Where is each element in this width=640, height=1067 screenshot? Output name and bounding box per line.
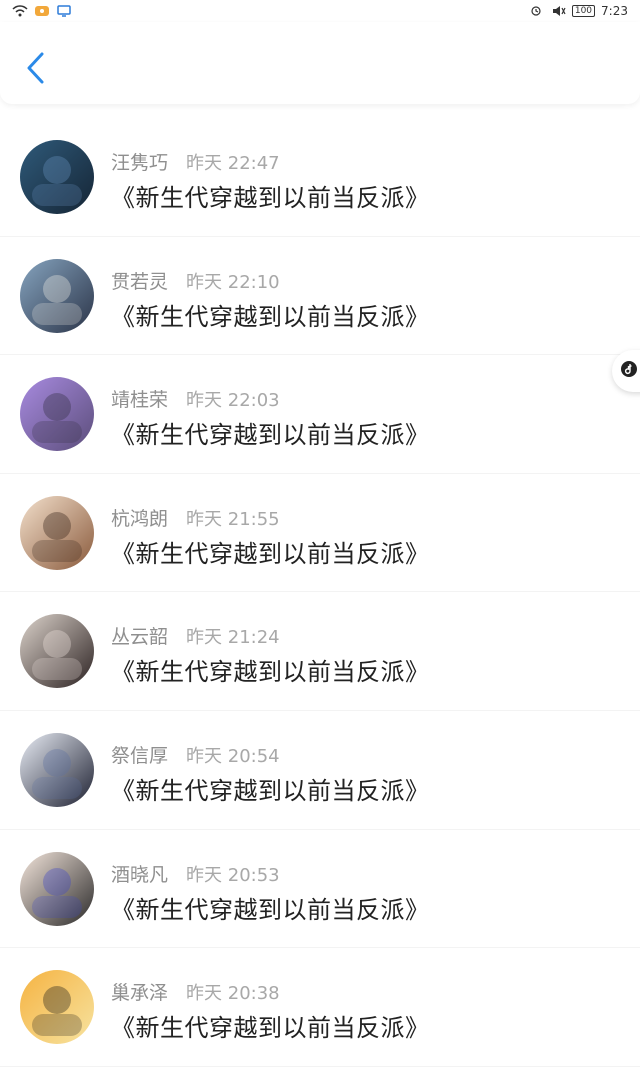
list-item-meta: 巢承泽 昨天 20:38 — [111, 978, 280, 1005]
avatar[interactable] — [20, 614, 94, 689]
list-item[interactable]: 靖桂荣 昨天 22:03 《新生代穿越到以前当反派》 — [0, 355, 640, 474]
avatar-image — [20, 377, 94, 452]
list-item-meta: 祭信厚 昨天 20:54 — [111, 741, 280, 768]
list-item[interactable]: 丛云韶 昨天 21:24 《新生代穿越到以前当反派》 — [0, 592, 640, 711]
wifi-icon — [12, 5, 28, 17]
status-left — [12, 5, 72, 17]
list-item-meta: 丛云韶 昨天 21:24 — [111, 622, 280, 649]
timestamp: 昨天 20:54 — [186, 745, 280, 767]
list-item[interactable]: 杭鸿朗 昨天 21:55 《新生代穿越到以前当反派》 — [0, 474, 640, 593]
timestamp: 昨天 21:55 — [186, 508, 280, 530]
avatar[interactable] — [20, 140, 94, 214]
list-item[interactable]: 祭信厚 昨天 20:54 《新生代穿越到以前当反派》 — [0, 711, 640, 830]
user-name[interactable]: 巢承泽 — [111, 978, 168, 1005]
avatar-image — [20, 495, 94, 570]
timestamp: 昨天 22:47 — [186, 153, 280, 174]
list-item-meta: 靖桂荣 昨天 22:03 — [111, 385, 280, 412]
book-title[interactable]: 《新生代穿越到以前当反派》 — [111, 771, 430, 806]
avatar-image — [20, 970, 94, 1045]
list-item-meta: 贯若灵 昨天 22:10 — [111, 267, 280, 294]
avatar-image — [20, 140, 94, 214]
top-app-bar — [0, 22, 640, 104]
status-right: 100 7:23 — [528, 4, 628, 18]
avatar[interactable] — [20, 970, 94, 1045]
user-name[interactable]: 汪隽巧 — [111, 148, 168, 175]
user-name[interactable]: 酒晓凡 — [111, 860, 168, 887]
book-title[interactable]: 《新生代穿越到以前当反派》 — [111, 415, 430, 450]
cast-icon — [56, 5, 72, 17]
book-title[interactable]: 《新生代穿越到以前当反派》 — [111, 178, 430, 213]
music-note-icon — [620, 360, 638, 382]
user-name[interactable]: 靖桂荣 — [111, 385, 168, 412]
avatar[interactable] — [20, 258, 94, 333]
list-item[interactable]: 贯若灵 昨天 22:10 《新生代穿越到以前当反派》 — [0, 237, 640, 356]
user-name[interactable]: 贯若灵 — [111, 267, 168, 294]
timestamp: 昨天 20:53 — [186, 864, 280, 886]
book-title[interactable]: 《新生代穿越到以前当反派》 — [111, 652, 430, 687]
timestamp: 昨天 21:24 — [186, 627, 280, 649]
timestamp: 昨天 20:38 — [186, 983, 280, 1005]
app-notification-icon — [34, 5, 50, 17]
chevron-left-icon — [24, 51, 46, 89]
list-item[interactable]: 酒晓凡 昨天 20:53 《新生代穿越到以前当反派》 — [0, 830, 640, 949]
list-item-meta: 酒晓凡 昨天 20:53 — [111, 860, 280, 887]
book-title[interactable]: 《新生代穿越到以前当反派》 — [111, 297, 430, 332]
user-name[interactable]: 杭鸿朗 — [111, 504, 168, 531]
status-bar: 100 7:23 — [0, 0, 640, 22]
list-item-meta: 汪隽巧 昨天 22:47 — [111, 148, 280, 175]
timestamp: 昨天 22:03 — [186, 390, 280, 412]
book-title[interactable]: 《新生代穿越到以前当反派》 — [111, 534, 430, 569]
clock-time: 7:23 — [601, 4, 628, 18]
back-button[interactable] — [18, 48, 52, 92]
activity-list: 汪隽巧 昨天 22:47 《新生代穿越到以前当反派》 贯若灵 昨天 22:10 《新生代… — [0, 118, 640, 1067]
list-item[interactable]: 汪隽巧 昨天 22:47 《新生代穿越到以前当反派》 — [0, 118, 640, 237]
avatar-image — [20, 258, 94, 333]
book-title[interactable]: 《新生代穿越到以前当反派》 — [111, 1008, 430, 1043]
user-name[interactable]: 祭信厚 — [111, 741, 168, 768]
battery-indicator: 100 — [571, 5, 596, 17]
avatar[interactable] — [20, 851, 94, 926]
mute-icon — [550, 5, 566, 17]
book-title[interactable]: 《新生代穿越到以前当反派》 — [111, 890, 430, 925]
avatar[interactable] — [20, 495, 94, 570]
avatar-image — [20, 732, 94, 807]
list-item-meta: 杭鸿朗 昨天 21:55 — [111, 504, 280, 531]
alarm-icon — [528, 5, 544, 17]
user-name[interactable]: 丛云韶 — [111, 622, 168, 649]
timestamp: 昨天 22:10 — [186, 271, 280, 293]
avatar[interactable] — [20, 732, 94, 807]
avatar[interactable] — [20, 377, 94, 452]
avatar-image — [20, 851, 94, 926]
avatar-image — [20, 614, 94, 689]
list-item[interactable]: 巢承泽 昨天 20:38 《新生代穿越到以前当反派》 — [0, 948, 640, 1067]
